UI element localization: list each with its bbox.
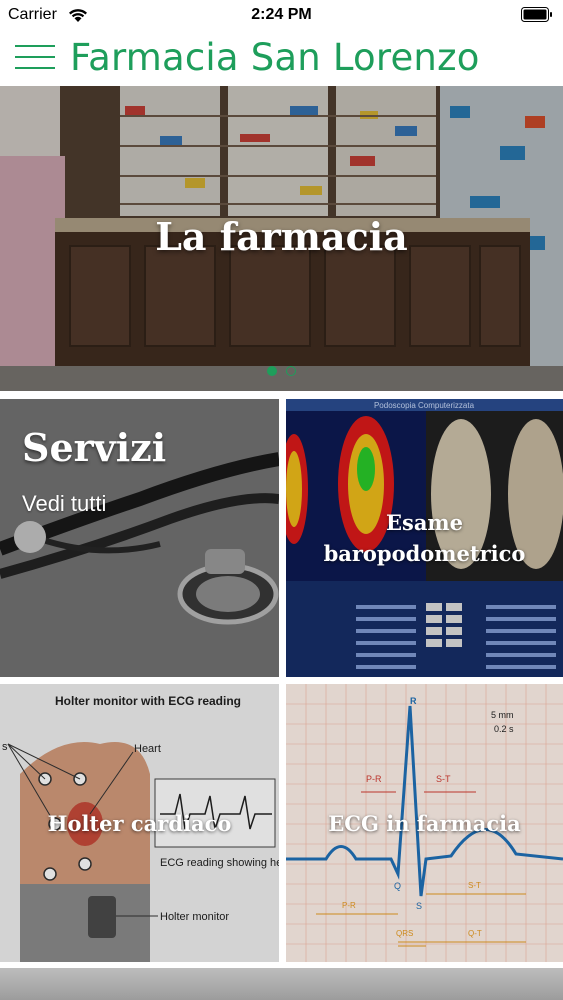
status-time: 2:24 PM xyxy=(251,6,312,23)
ecg-tile[interactable]: R Q S P-R S-T 5 mm 0.2 s P-R QRS S-T Q-T… xyxy=(286,684,563,962)
baropodometric-tile[interactable]: Podoscopia Computerizzata Esame baropodo… xyxy=(286,399,563,677)
next-tile-preview[interactable] xyxy=(0,968,563,1000)
servizi-title: Servizi xyxy=(22,425,167,470)
hamburger-menu-icon[interactable] xyxy=(15,45,55,71)
status-bar: Carrier 2:24 PM xyxy=(0,0,563,30)
hero-title: La farmacia xyxy=(155,214,408,259)
app-header: Farmacia San Lorenzo xyxy=(0,30,563,86)
servizi-tile[interactable]: Servizi Vedi tutti xyxy=(0,399,279,677)
battery-icon xyxy=(521,7,552,22)
carousel-indicator[interactable] xyxy=(0,362,563,380)
holter-tile[interactable]: Holter monitor with ECG reading s Heart … xyxy=(0,684,279,962)
vedi-tutti-link[interactable]: Vedi tutti xyxy=(22,491,106,517)
carousel-dot-2[interactable] xyxy=(285,365,296,376)
carousel-dot-1[interactable] xyxy=(267,365,278,376)
hero-carousel[interactable]: La farmacia xyxy=(0,86,563,391)
holter-label: Holter cardiaco xyxy=(47,811,232,836)
app-title: Farmacia San Lorenzo xyxy=(70,36,480,79)
baropodometric-label-line1: Esame xyxy=(385,510,464,535)
ecg-label: ECG in farmacia xyxy=(328,811,521,836)
baropodometric-label: Esame baropodometrico xyxy=(286,507,563,569)
baropodometric-label-line2: baropodometrico xyxy=(323,541,526,566)
